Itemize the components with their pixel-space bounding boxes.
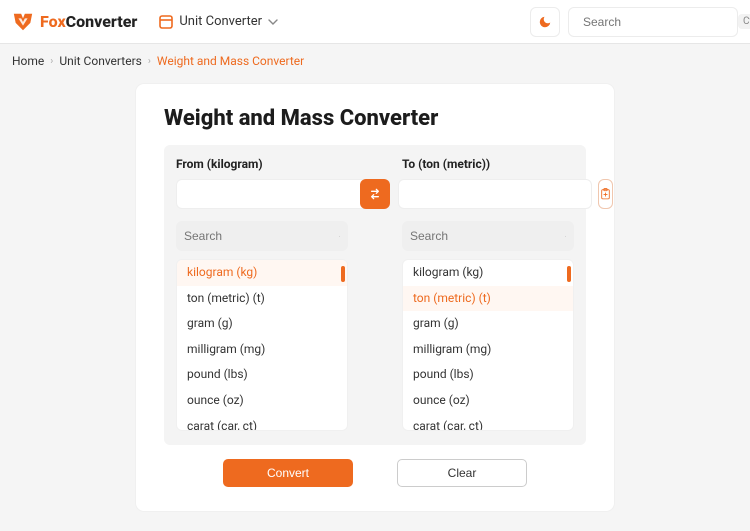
search-shortcut: CtrlK: [738, 14, 750, 29]
clipboard-plus-icon: [599, 187, 612, 201]
swap-button[interactable]: [360, 179, 390, 209]
scrollbar-thumb[interactable]: [567, 266, 571, 282]
converter-panel: From (kilogram) To (ton (metric)): [164, 145, 586, 445]
swap-icon: [367, 186, 383, 202]
from-unit-option[interactable]: kilogram (kg): [177, 260, 347, 286]
clear-button[interactable]: Clear: [397, 459, 527, 487]
to-unit-option[interactable]: kilogram (kg): [403, 260, 573, 286]
from-unit-option[interactable]: gram (g): [177, 311, 347, 337]
to-unit-option[interactable]: ton (metric) (t): [403, 286, 573, 312]
from-unit-option[interactable]: ounce (oz): [177, 388, 347, 414]
logo[interactable]: FoxConverter: [12, 11, 137, 33]
unit-converter-icon: [159, 15, 173, 29]
from-value-input[interactable]: [176, 179, 370, 209]
search-icon: [339, 230, 340, 243]
breadcrumb-unit-converters[interactable]: Unit Converters: [59, 54, 142, 68]
from-unit-search-input[interactable]: [184, 229, 339, 243]
convert-button[interactable]: Convert: [223, 459, 353, 487]
to-unit-option[interactable]: carat (car, ct): [403, 414, 573, 431]
chevron-right-icon: ›: [50, 56, 53, 67]
to-unit-option[interactable]: ounce (oz): [403, 388, 573, 414]
from-unit-option[interactable]: milligram (mg): [177, 337, 347, 363]
to-unit-option[interactable]: gram (g): [403, 311, 573, 337]
to-unit-search[interactable]: [402, 221, 574, 251]
nav-unit-converter[interactable]: Unit Converter: [159, 14, 278, 29]
to-unit-search-input[interactable]: [410, 229, 565, 243]
chevron-down-icon: [268, 17, 278, 27]
from-unit-search[interactable]: [176, 221, 348, 251]
fox-logo-icon: [12, 11, 34, 33]
chevron-right-icon: ›: [148, 56, 151, 67]
from-label: From (kilogram): [176, 157, 348, 171]
to-unit-list: kilogram (kg)ton (metric) (t)gram (g)mil…: [402, 259, 574, 431]
logo-text: FoxConverter: [40, 12, 137, 31]
to-label: To (ton (metric)): [402, 157, 574, 171]
from-unit-option[interactable]: ton (metric) (t): [177, 286, 347, 312]
topbar: FoxConverter Unit Converter CtrlK: [0, 0, 750, 44]
action-row: Convert Clear: [164, 459, 586, 487]
from-unit-list: kilogram (kg)ton (metric) (t)gram (g)mil…: [176, 259, 348, 431]
from-unit-option[interactable]: pound (lbs): [177, 362, 347, 388]
moon-icon: [538, 15, 552, 29]
global-search[interactable]: CtrlK: [568, 7, 738, 37]
breadcrumb-current: Weight and Mass Converter: [157, 54, 304, 68]
breadcrumb-home[interactable]: Home: [12, 54, 44, 68]
theme-toggle[interactable]: [530, 7, 560, 37]
breadcrumb: Home › Unit Converters › Weight and Mass…: [0, 44, 750, 78]
page-title: Weight and Mass Converter: [164, 106, 586, 131]
from-unit-option[interactable]: carat (car, ct): [177, 414, 347, 431]
copy-result-button[interactable]: [598, 179, 613, 209]
to-unit-option[interactable]: pound (lbs): [403, 362, 573, 388]
to-value-input[interactable]: [398, 179, 592, 209]
to-unit-option[interactable]: milligram (mg): [403, 337, 573, 363]
scrollbar-thumb[interactable]: [341, 266, 345, 282]
global-search-input[interactable]: [583, 15, 738, 29]
converter-card: Weight and Mass Converter From (kilogram…: [136, 84, 614, 511]
search-icon: [565, 230, 566, 243]
nav-unit-converter-label: Unit Converter: [179, 14, 262, 29]
